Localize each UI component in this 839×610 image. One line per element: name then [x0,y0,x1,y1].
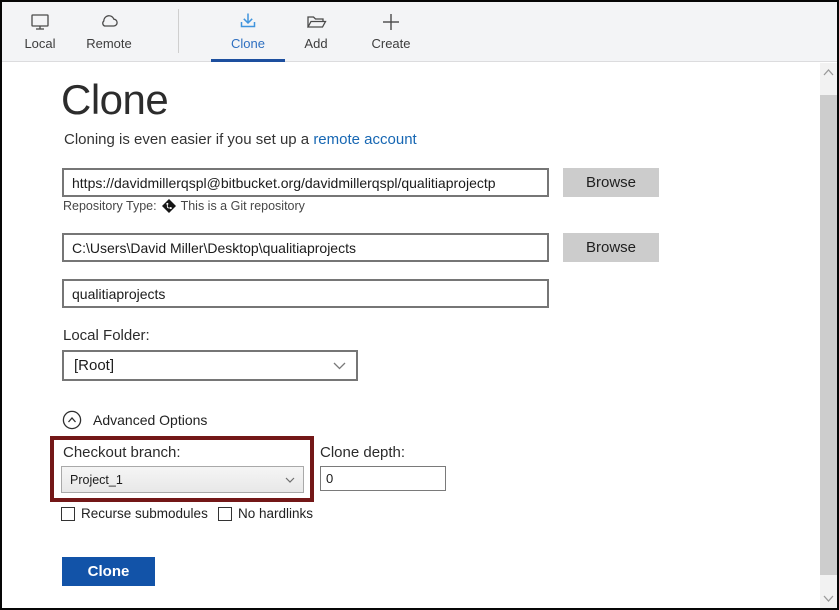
git-repository-icon [162,199,176,213]
browse-source-button[interactable]: Browse [563,168,659,197]
source-url-input[interactable] [62,168,549,197]
toolbar: Local Remote Clone [2,2,837,62]
checkout-branch-label: Checkout branch: [63,444,181,461]
local-folder-label: Local Folder: [63,327,150,344]
collapse-circle-icon [62,410,82,430]
tab-label: Local [24,36,55,51]
scrollbar-thumb[interactable] [820,95,837,575]
cloud-icon [98,11,120,33]
recurse-submodules-label: Recurse submodules [81,506,208,521]
scroll-down-icon[interactable] [820,589,837,608]
clone-submit-button[interactable]: Clone [62,557,155,586]
monitor-icon [29,11,51,33]
subtitle-text: Cloning is even easier if you set up a [64,131,313,148]
clone-depth-input[interactable] [320,466,446,491]
no-hardlinks-checkbox[interactable] [218,507,232,521]
tab-label: Remote [86,36,132,51]
remote-account-link[interactable]: remote account [313,131,416,148]
download-icon [237,11,259,33]
destination-path-input[interactable] [62,233,549,262]
tab-remote[interactable]: Remote [80,2,138,62]
subtitle: Cloning is even easier if you set up a r… [64,131,417,148]
tab-add[interactable]: Add [288,2,344,62]
repo-name-input[interactable] [62,279,549,308]
page-title: Clone [61,76,168,124]
recurse-submodules-option: Recurse submodules [61,506,208,521]
open-folder-icon [305,11,327,33]
tab-local[interactable]: Local [12,2,68,62]
browse-destination-button[interactable]: Browse [563,233,659,262]
plus-icon [380,11,402,33]
chevron-down-icon [285,477,295,483]
local-folder-dropdown[interactable]: [Root] [62,350,358,381]
chevron-down-icon [333,362,346,370]
no-hardlinks-option: No hardlinks [218,506,313,521]
active-tab-underline [211,59,285,62]
clone-window: Local Remote Clone [0,0,839,610]
tab-create[interactable]: Create [360,2,422,62]
advanced-options-label: Advanced Options [93,412,207,428]
no-hardlinks-label: No hardlinks [238,506,313,521]
repository-type-label: Repository Type: [63,199,157,213]
advanced-options-toggle[interactable]: Advanced Options [62,410,207,430]
recurse-submodules-checkbox[interactable] [61,507,75,521]
checkout-branch-dropdown[interactable]: Project_1 [61,466,304,493]
clone-depth-label: Clone depth: [320,444,405,461]
tab-label: Add [304,36,327,51]
tab-clone[interactable]: Clone [211,2,285,62]
local-folder-value: [Root] [74,357,114,374]
tab-label: Create [371,36,410,51]
vertical-scrollbar[interactable] [820,63,837,608]
checkout-branch-value: Project_1 [70,473,123,487]
toolbar-divider [178,9,179,53]
repository-type-value: This is a Git repository [181,199,305,213]
tab-label: Clone [231,36,265,51]
scroll-up-icon[interactable] [820,63,837,82]
repository-type-row: Repository Type: This is a Git repositor… [63,199,305,213]
